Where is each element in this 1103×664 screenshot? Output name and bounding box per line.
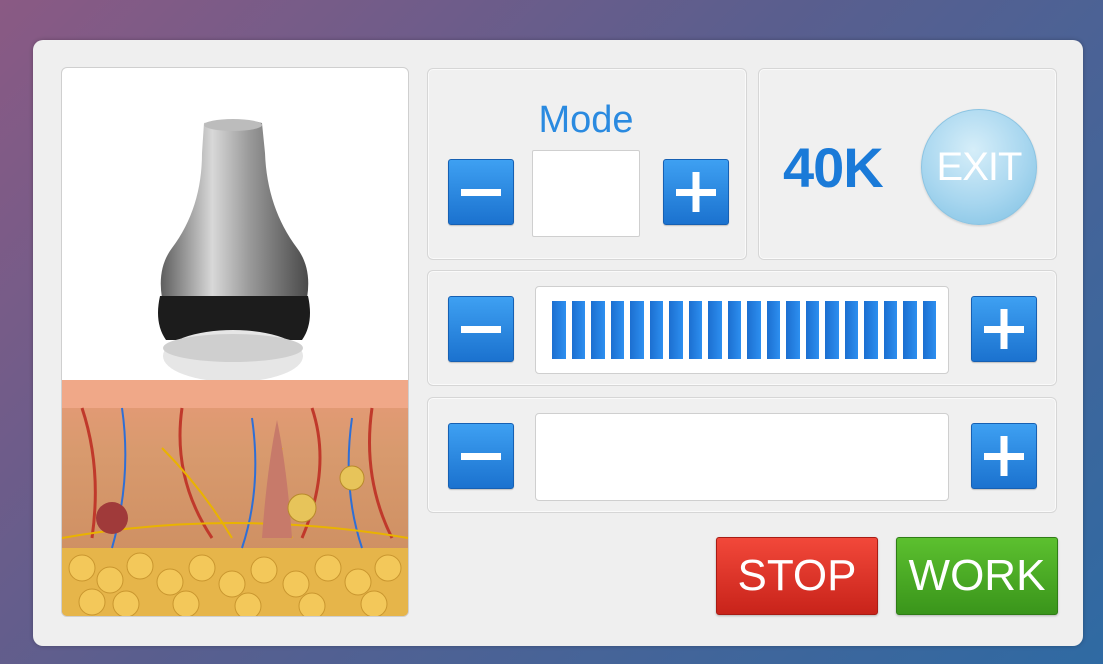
level-segment xyxy=(552,301,566,359)
mode-label: Mode xyxy=(538,99,634,141)
level-segment xyxy=(610,301,624,359)
level2-bar xyxy=(535,413,949,501)
mode-decrease-button[interactable] xyxy=(448,159,514,225)
level-segment xyxy=(864,301,878,359)
level-segment xyxy=(766,301,780,359)
level1-bar xyxy=(535,286,949,374)
level-segment xyxy=(571,301,585,359)
level-segment xyxy=(844,301,858,359)
level1-segments xyxy=(552,301,936,359)
mode-section: Mode xyxy=(427,68,747,260)
level-segment xyxy=(883,301,897,359)
mode-increase-button[interactable] xyxy=(663,159,729,225)
plus-icon xyxy=(984,436,1024,476)
level-segment xyxy=(727,301,741,359)
level-segment xyxy=(786,301,800,359)
level2-decrease-button[interactable] xyxy=(448,423,514,489)
minus-icon xyxy=(461,453,501,460)
level-segment xyxy=(669,301,683,359)
mode-value-display xyxy=(532,150,640,237)
frequency-section: 40K EXIT xyxy=(758,68,1057,260)
level-control-2 xyxy=(427,397,1057,513)
level1-decrease-button[interactable] xyxy=(448,296,514,362)
device-skin-illustration xyxy=(61,67,409,617)
level-segment xyxy=(805,301,819,359)
level-segment xyxy=(747,301,761,359)
level-segment xyxy=(708,301,722,359)
work-button[interactable]: WORK xyxy=(896,537,1058,615)
level1-increase-button[interactable] xyxy=(971,296,1037,362)
level-segment xyxy=(591,301,605,359)
illustration-graphic xyxy=(62,119,408,616)
level-segment xyxy=(630,301,644,359)
level-segment xyxy=(825,301,839,359)
level-segment xyxy=(922,301,936,359)
plus-icon xyxy=(676,172,716,212)
minus-icon xyxy=(461,189,501,196)
stop-button[interactable]: STOP xyxy=(716,537,878,615)
exit-button[interactable]: EXIT xyxy=(921,109,1037,225)
level-segment xyxy=(688,301,702,359)
minus-icon xyxy=(461,326,501,333)
plus-icon xyxy=(984,309,1024,349)
level-segment xyxy=(903,301,917,359)
frequency-label: 40K xyxy=(783,136,884,199)
level-segment xyxy=(649,301,663,359)
level-control-1 xyxy=(427,270,1057,386)
level2-increase-button[interactable] xyxy=(971,423,1037,489)
control-panel: Mode 40K EXIT STOP WORK xyxy=(33,40,1083,646)
